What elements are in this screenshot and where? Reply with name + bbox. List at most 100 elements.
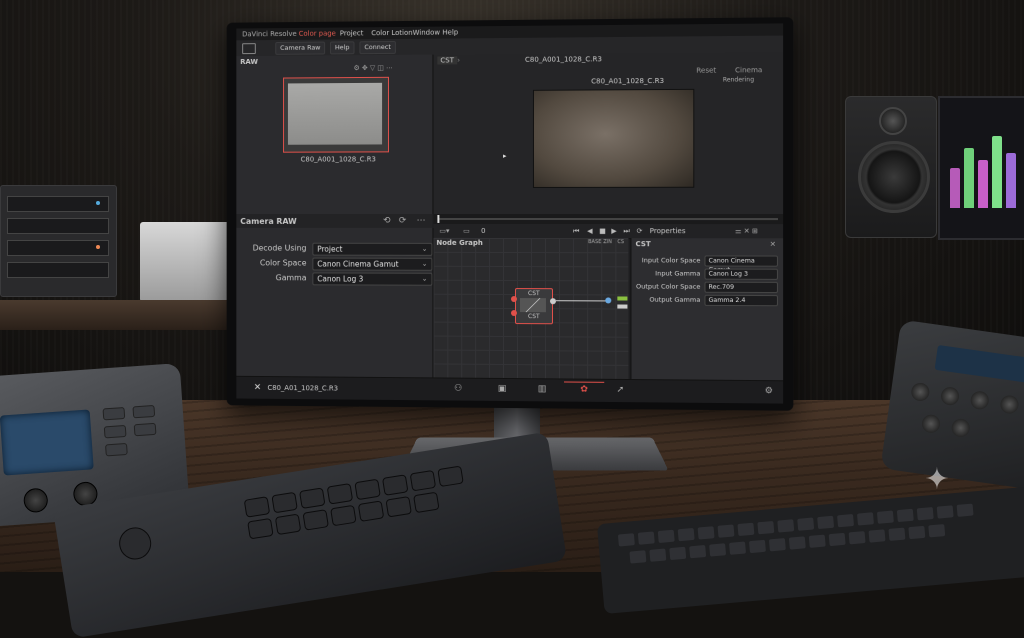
keyboard-key (737, 523, 754, 536)
footer-clip-name: C80_A01_1028_C.R3 (267, 384, 338, 393)
keyboard-key (302, 509, 329, 531)
menu-item-help[interactable]: Help (442, 28, 458, 36)
active-page-indicator (564, 381, 604, 382)
keyboard-key (809, 535, 826, 548)
decode-using-dropdown[interactable]: Project ⌄ (312, 243, 432, 256)
panel-knob (999, 394, 1019, 414)
rewind-icon[interactable]: ⏮ (573, 227, 579, 236)
output-color-space-value: Rec.709 (709, 284, 734, 291)
viewer-tab-cst[interactable]: CST (437, 56, 456, 64)
clip-thumbnail-image (288, 83, 382, 145)
viewer-panel: CST › C80_A001_1028_C.R3 Reset Cinema Re… (433, 52, 783, 214)
camera-raw-button[interactable]: Camera Raw (275, 42, 325, 55)
node-graph-header-zin[interactable]: ZIN (603, 239, 612, 245)
input-color-space-dropdown[interactable]: Canon Cinema Gamut (704, 255, 778, 266)
keyboard-key (937, 505, 954, 518)
node-graph-panel[interactable]: Node Graph BASE ZIN CS CST CST (433, 238, 628, 379)
keyboard-key (275, 514, 302, 536)
forward-icon[interactable]: ⏭ (623, 227, 629, 236)
viewer-reset-button[interactable]: Reset (696, 66, 716, 74)
keyboard-key (649, 548, 666, 561)
stop-icon[interactable]: ■ (599, 227, 606, 235)
frame-counter: 0 (481, 227, 485, 235)
timeline-scrubber[interactable] (433, 214, 783, 224)
color-space-dropdown[interactable]: Canon Cinema Gamut ⌄ (312, 258, 432, 271)
wooden-shelf (0, 300, 230, 330)
menu-item-color-lotion[interactable]: Color Lotion (371, 29, 412, 37)
loop-icon[interactable]: ⟳ (637, 227, 643, 235)
waveform-trace (978, 160, 988, 208)
node-graph-header-cs[interactable]: CS (617, 239, 624, 245)
viewer-cinema-button[interactable]: Cinema (735, 66, 762, 74)
viewer-options-icon[interactable]: ⚌ ✕ ⊞ (735, 227, 758, 235)
video-frame[interactable] (533, 89, 694, 188)
keyboard-key (698, 526, 715, 539)
cst-node[interactable]: CST CST (515, 288, 553, 324)
close-icon[interactable]: ✕ (770, 240, 776, 248)
output-port[interactable] (605, 297, 611, 303)
keyboard-key (729, 542, 746, 555)
menu-item-project[interactable]: Project (340, 29, 364, 37)
deliver-page-icon[interactable]: ➚ (614, 385, 626, 395)
edit-page-icon[interactable]: ▥ (536, 384, 548, 394)
output-color-space-label: Output Color Space (633, 282, 700, 290)
menu-item-window[interactable]: Window (413, 29, 440, 37)
keyboard-key (358, 500, 385, 522)
waveform-trace (950, 168, 960, 208)
output-color-space-dropdown[interactable]: Rec.709 (704, 282, 778, 293)
keyboard-key (877, 511, 894, 524)
viewer-mode-icon[interactable]: ▭▾ (439, 227, 449, 235)
node-input-port[interactable] (511, 310, 517, 316)
step-back-icon[interactable]: ◀ (587, 227, 592, 235)
panel-tools-icon[interactable]: ⚙ ✥ ▽ ◫ ⋯ (354, 64, 393, 72)
input-gamma-dropdown[interactable]: Canon Log 3 (704, 269, 778, 280)
equipment-rack (0, 185, 117, 297)
output-marker (617, 296, 627, 300)
jog-wheel (117, 525, 154, 562)
output-gamma-dropdown[interactable]: Gamma 2.4 (704, 295, 778, 306)
clip-thumbnail[interactable] (283, 77, 389, 153)
color-space-label: Color Space (238, 258, 306, 267)
refresh-icon[interactable]: ⟳ (399, 216, 406, 226)
keyboard-key (678, 528, 695, 541)
keyboard-key (888, 528, 905, 541)
rack-unit (7, 218, 109, 234)
menu-item-color-page[interactable]: Color page (299, 30, 336, 38)
panel-button (132, 405, 155, 419)
media-page-icon[interactable]: ⚇ (452, 384, 464, 394)
waveform-monitor (938, 96, 1024, 240)
keyboard-key (897, 509, 914, 522)
connect-button[interactable]: Connect (359, 41, 395, 54)
keyboard-key (689, 545, 706, 558)
panel-knob (951, 418, 971, 438)
panel-knob (23, 488, 49, 514)
keyboard-key (247, 518, 274, 540)
playhead[interactable] (437, 215, 439, 223)
rack-unit (7, 240, 109, 256)
properties-label[interactable]: Properties (650, 227, 686, 235)
gamma-dropdown[interactable]: Canon Log 3 ⌄ (312, 272, 432, 285)
tab-chevron-icon[interactable]: › (457, 56, 460, 64)
play-icon[interactable]: ▶ (611, 227, 616, 235)
rack-unit (7, 196, 109, 212)
keyboard-key (849, 531, 866, 544)
camera-raw-settings: Decode Using Project ⌄ Color Space Canon… (236, 228, 433, 378)
control-panel-lcd (935, 345, 1024, 384)
keyboard-key (437, 466, 464, 488)
keyboard-key (410, 470, 437, 492)
monitor-icon[interactable]: ▭ (463, 227, 470, 235)
node-graph-header-base[interactable]: BASE (588, 239, 601, 245)
render-status: Rendering (723, 76, 754, 83)
help-button[interactable]: Help (330, 41, 354, 54)
color-page-icon[interactable]: ✿ (578, 385, 590, 395)
node-input-port[interactable] (511, 296, 517, 302)
more-options-icon[interactable]: ⋯ (417, 216, 426, 226)
keyboard-key (658, 530, 675, 543)
keyboard-key (354, 479, 381, 501)
cut-page-icon[interactable]: ▣ (496, 384, 508, 394)
chevron-down-icon: ⌄ (422, 244, 428, 255)
media-pool-panel: RAW ⚙ ✥ ▽ ◫ ⋯ C80_A001_1028_C.R3 (236, 55, 433, 214)
settings-gear-icon[interactable]: ⚙ (763, 386, 775, 396)
monitor-icon[interactable] (242, 43, 256, 54)
reset-icon[interactable]: ⟲ (383, 216, 390, 226)
